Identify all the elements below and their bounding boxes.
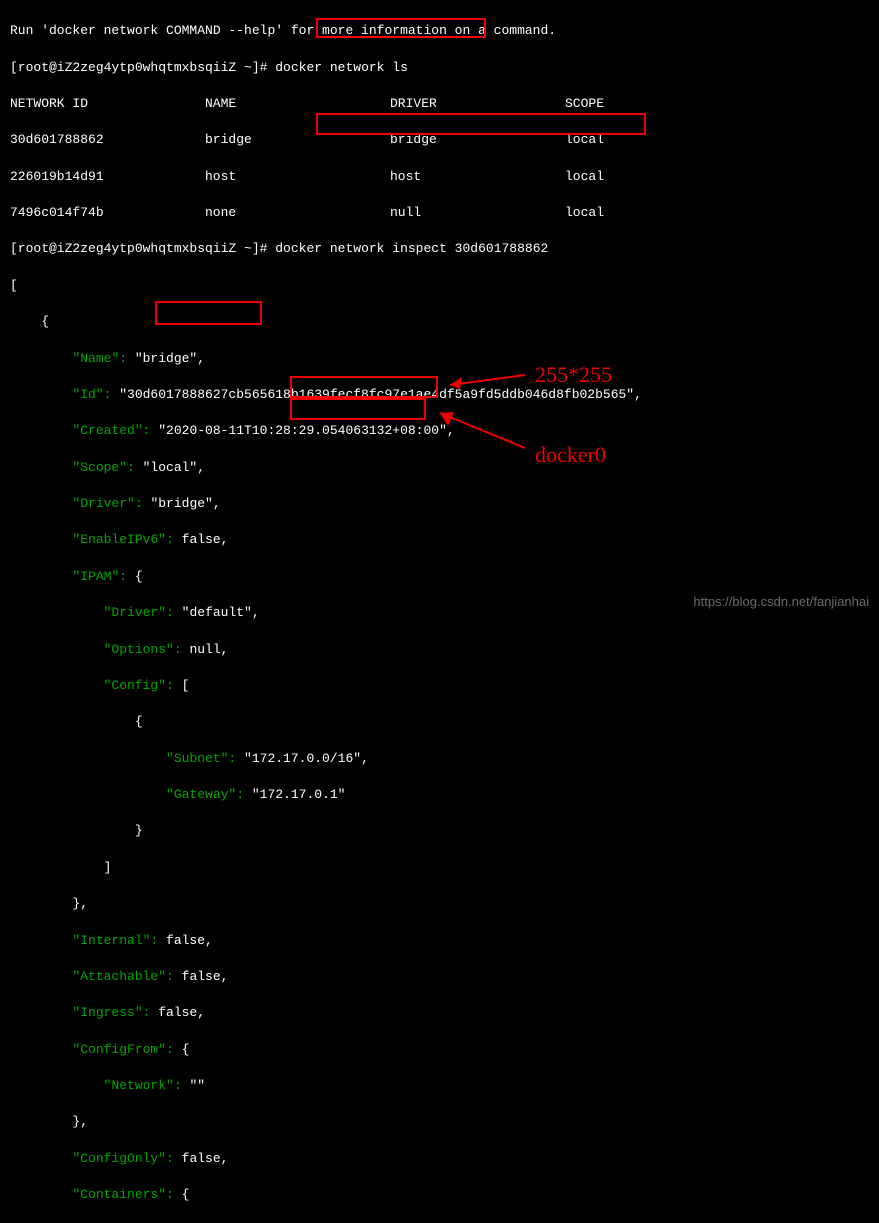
command-network-inspect: docker network inspect 30d601788862 — [267, 241, 548, 256]
json-line: "Ingress": false, — [10, 1004, 869, 1022]
json-line: "Scope": "local", — [10, 459, 869, 477]
json-line: "Created": "2020-08-11T10:28:29.05406313… — [10, 422, 869, 440]
json-line: "ConfigOnly": false, — [10, 1150, 869, 1168]
shell-prompt: [root@iZ2zeg4ytp0whqtmxbsqiiZ ~]# — [10, 241, 267, 256]
watermark: https://blog.csdn.net/fanjianhai — [693, 593, 869, 611]
json-line: "IPAM": { — [10, 568, 869, 586]
json-line: "Containers": { — [10, 1186, 869, 1204]
json-line: "Driver": "bridge", — [10, 495, 869, 513]
help-line: Run 'docker network COMMAND --help' for … — [10, 22, 869, 40]
col-id: NETWORK ID — [10, 95, 205, 113]
json-line-subnet: "Subnet": "172.17.0.0/16", — [10, 750, 869, 768]
col-name: NAME — [205, 95, 390, 113]
json-line: { — [10, 313, 869, 331]
table-row: 7496c014f74bnonenulllocal — [10, 204, 869, 222]
shell-prompt: [root@iZ2zeg4ytp0whqtmxbsqiiZ ~]# — [10, 60, 267, 75]
prompt-line-1: [root@iZ2zeg4ytp0whqtmxbsqiiZ ~]# docker… — [10, 59, 869, 77]
json-line: { — [10, 713, 869, 731]
json-line: "EnableIPv6": false, — [10, 531, 869, 549]
json-line: "Config": [ — [10, 677, 869, 695]
terminal-output[interactable]: Run 'docker network COMMAND --help' for … — [10, 4, 869, 1223]
json-line: "Internal": false, — [10, 932, 869, 950]
json-line-gateway: "Gateway": "172.17.0.1" — [10, 786, 869, 804]
json-line: "Id": "30d6017888627cb565618b1639fecf8fc… — [10, 386, 869, 404]
json-line: } — [10, 822, 869, 840]
json-line: "ConfigFrom": { — [10, 1041, 869, 1059]
json-line: [ — [10, 277, 869, 295]
prompt-line-2: [root@iZ2zeg4ytp0whqtmxbsqiiZ ~]# docker… — [10, 240, 869, 258]
json-line: ] — [10, 859, 869, 877]
table-row: 30d601788862bridgebridgelocal — [10, 131, 869, 149]
table-row: 226019b14d91hosthostlocal — [10, 168, 869, 186]
json-line: "Attachable": false, — [10, 968, 869, 986]
json-line: "Network": "" — [10, 1077, 869, 1095]
col-scope: SCOPE — [565, 95, 604, 113]
json-line: }, — [10, 895, 869, 913]
col-driver: DRIVER — [390, 95, 565, 113]
json-line: "Name": "bridge", — [10, 350, 869, 368]
json-line: "Options": null, — [10, 641, 869, 659]
command-network-ls: docker network ls — [267, 60, 407, 75]
json-line: }, — [10, 1113, 869, 1131]
table-header: NETWORK IDNAMEDRIVERSCOPE — [10, 95, 869, 113]
